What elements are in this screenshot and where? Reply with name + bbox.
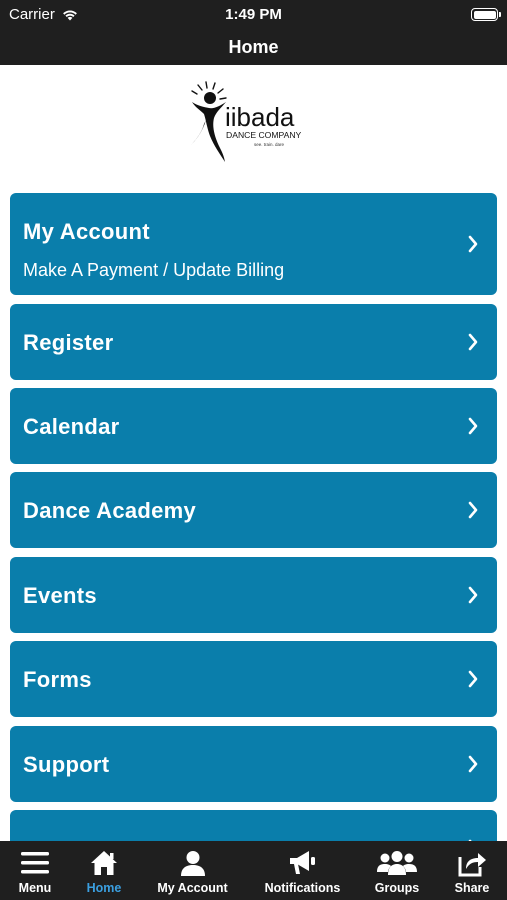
megaphone-icon bbox=[289, 851, 315, 874]
tab-notifications[interactable]: Notifications bbox=[255, 841, 350, 900]
tab-bar: Menu Home My Account Notifications Group… bbox=[0, 841, 507, 900]
page-title: Home bbox=[0, 30, 507, 65]
tab-label: Share bbox=[454, 881, 490, 895]
chevron-right-icon bbox=[468, 333, 478, 351]
menu-item-dance-academy[interactable]: Dance Academy bbox=[10, 472, 497, 548]
home-icon bbox=[91, 851, 117, 875]
brand-logo: iibada DANCE COMPANY see. train. dare bbox=[189, 81, 302, 162]
menu-item-title: Forms bbox=[23, 667, 92, 692]
menu-list[interactable]: My Account Make A Payment / Update Billi… bbox=[10, 193, 497, 841]
menu-item-title: Register bbox=[23, 330, 114, 355]
tab-my-account[interactable]: My Account bbox=[145, 841, 240, 900]
logo-motto: see. train. dare bbox=[254, 142, 285, 147]
menu-item-events[interactable]: Events bbox=[10, 557, 497, 633]
chevron-right-icon bbox=[468, 670, 478, 688]
tab-label: Groups bbox=[374, 881, 420, 895]
menu-icon bbox=[21, 852, 49, 874]
chevron-right-icon bbox=[468, 235, 478, 253]
menu-item-my-account[interactable]: My Account Make A Payment / Update Billi… bbox=[10, 193, 497, 295]
tab-home[interactable]: Home bbox=[70, 841, 138, 900]
menu-item-register[interactable]: Register bbox=[10, 304, 497, 380]
logo-name: iibada bbox=[225, 102, 295, 132]
share-icon bbox=[458, 853, 486, 877]
battery-icon bbox=[471, 8, 501, 21]
tab-label: Notifications bbox=[264, 881, 341, 895]
menu-item-title: My Account bbox=[23, 219, 150, 244]
tab-menu[interactable]: Menu bbox=[0, 841, 70, 900]
menu-item-title: Events bbox=[23, 583, 97, 608]
menu-item-title: Calendar bbox=[23, 414, 120, 439]
logo-area: iibada DANCE COMPANY see. train. dare bbox=[0, 65, 507, 185]
chevron-right-icon bbox=[468, 755, 478, 773]
user-icon bbox=[180, 850, 205, 876]
tab-label: My Account bbox=[157, 881, 228, 895]
tab-share[interactable]: Share bbox=[442, 841, 502, 900]
menu-item-title: Dance Academy bbox=[23, 498, 197, 523]
chevron-right-icon bbox=[468, 501, 478, 519]
groups-icon bbox=[377, 851, 417, 875]
menu-item-forms[interactable]: Forms bbox=[10, 641, 497, 717]
chevron-right-icon bbox=[468, 417, 478, 435]
tab-groups[interactable]: Groups bbox=[365, 841, 429, 900]
logo-tagline: DANCE COMPANY bbox=[226, 130, 302, 140]
clock: 1:49 PM bbox=[225, 6, 282, 23]
menu-item-title: Support bbox=[23, 752, 110, 777]
menu-item-support[interactable]: Support bbox=[10, 726, 497, 802]
menu-item-calendar[interactable]: Calendar bbox=[10, 388, 497, 464]
tab-label: Menu bbox=[18, 881, 52, 895]
menu-item-partial[interactable] bbox=[10, 810, 497, 841]
chevron-right-icon bbox=[468, 586, 478, 604]
menu-item-subtitle: Make A Payment / Update Billing bbox=[23, 260, 285, 280]
status-bar: Carrier 1:49 PM bbox=[0, 0, 507, 30]
tab-label: Home bbox=[86, 881, 122, 895]
